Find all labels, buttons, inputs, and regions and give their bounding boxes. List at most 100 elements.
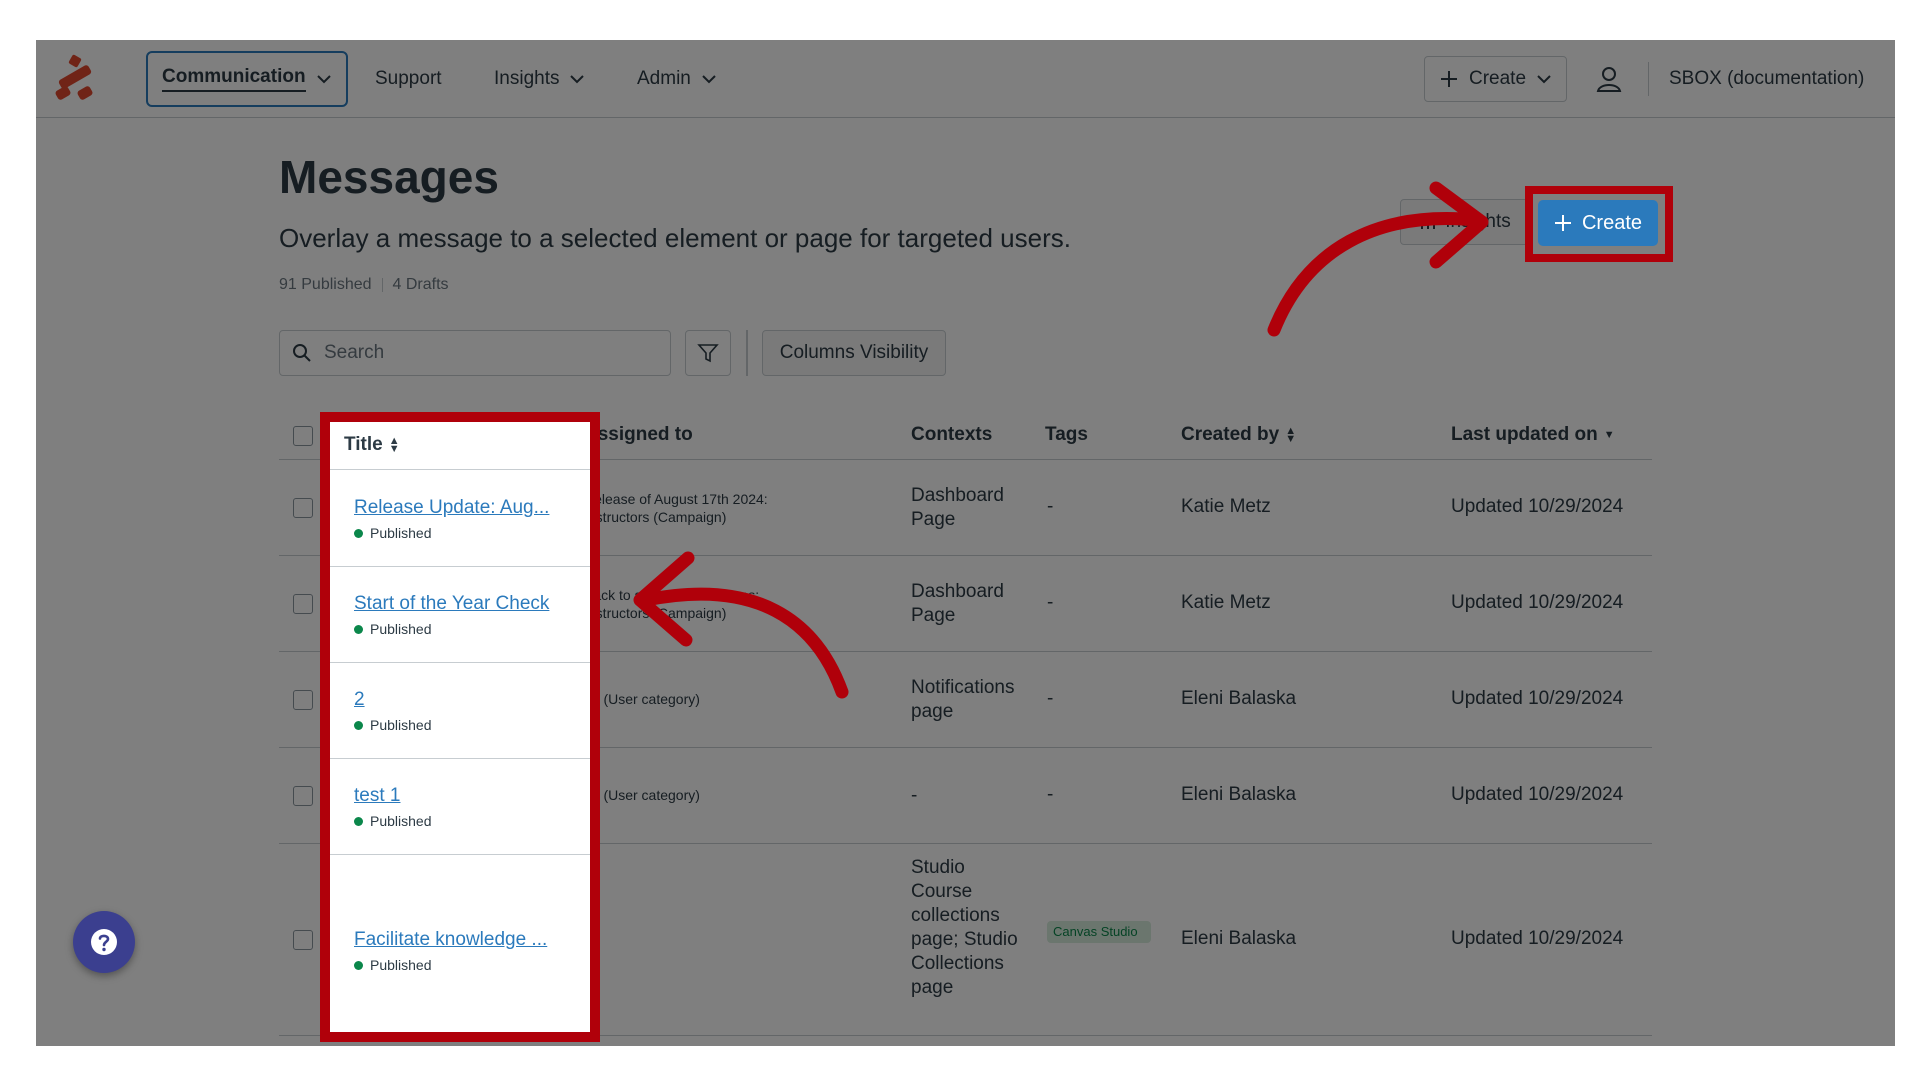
row-checkbox[interactable] (293, 786, 313, 806)
title-column-highlight: Title ▲ ▼ Release Update: Aug... Publishe… (320, 412, 600, 1042)
nav-divider (1648, 62, 1649, 96)
chevron-down-icon (1537, 75, 1551, 84)
sort-icon: ▲▼ (1285, 425, 1297, 445)
tags: Canvas Studio (1047, 920, 1151, 943)
published-dot-icon (354, 624, 363, 634)
row-checkbox[interactable] (293, 594, 313, 614)
page-subtitle: Overlay a message to a selected element … (279, 223, 1071, 253)
title-column-header[interactable]: Title ▲ ▼ (330, 422, 590, 470)
created-by: Katie Metz (1181, 592, 1271, 613)
columns-visibility-button[interactable]: Columns Visibility (762, 330, 946, 376)
assigned-to: Back to school with Canvas: Instructors … (584, 587, 760, 621)
nav-insights[interactable]: Insights (494, 40, 585, 118)
created-by: Eleni Balaska (1181, 688, 1297, 709)
filter-button[interactable] (685, 330, 731, 376)
nav-communication-label: Communication (162, 66, 306, 92)
tags: - (1047, 784, 1054, 805)
nav-support[interactable]: Support (375, 40, 442, 118)
title-cell: test 1 Published (330, 759, 590, 855)
published-count[interactable]: 91 Published (279, 276, 372, 294)
title-cell: Start of the Year Check Published (330, 567, 590, 663)
col-header-last-updated[interactable]: Last updated on ▼ (1451, 424, 1615, 446)
contexts: Dashboard Page (911, 581, 1004, 626)
assigned-to: - (584, 928, 794, 946)
published-dot-icon (354, 960, 363, 970)
search-icon (293, 344, 311, 362)
question-icon (91, 929, 117, 955)
nav-support-label: Support (375, 68, 442, 89)
contexts: Studio Course collections page; Studio C… (911, 857, 1018, 998)
status-badge: Published (354, 813, 432, 829)
account-name-label: SBOX (documentation) (1669, 68, 1865, 89)
app-window: Communication Support Insights Admin Cre… (36, 40, 1895, 1046)
assigned-to: All (User category) (584, 691, 700, 707)
top-navigation: Communication Support Insights Admin Cre… (36, 40, 1895, 118)
col-header-contexts: Contexts (911, 424, 993, 445)
row-checkbox[interactable] (293, 690, 313, 710)
created-by: Katie Metz (1181, 496, 1271, 517)
select-all-checkbox[interactable] (293, 426, 313, 446)
col-header-assigned-to: Assigned to (584, 424, 693, 445)
search-input[interactable]: Search (279, 330, 671, 376)
tags: - (1047, 592, 1054, 613)
count-divider (381, 278, 383, 292)
title-cell: Release Update: Aug... Published (330, 471, 590, 567)
sort-icon: ▲▼ (388, 435, 400, 455)
contexts: Notifications page (911, 677, 1015, 722)
tag-chip[interactable]: Canvas Studio (1047, 921, 1151, 943)
nav-communication[interactable]: Communication (146, 51, 348, 107)
search-placeholder: Search (324, 342, 385, 363)
plus-icon (1441, 71, 1457, 87)
chevron-down-icon (316, 75, 331, 84)
nav-create-button[interactable]: Create (1424, 56, 1568, 102)
toolbar-divider (746, 330, 748, 376)
last-updated: Updated 10/29/2024 (1451, 592, 1624, 613)
assigned-to: Release of August 17th 2024: Instructors… (584, 491, 768, 525)
status-badge: Published (354, 957, 547, 973)
page-title: Messages (279, 151, 499, 203)
published-dot-icon (354, 528, 363, 538)
published-dot-icon (354, 816, 363, 826)
status-badge: Published (354, 717, 432, 733)
account-name[interactable]: SBOX (documentation) (1669, 40, 1864, 118)
message-counts: 91 Published 4 Drafts (279, 276, 449, 294)
created-by: Eleni Balaska (1181, 784, 1297, 805)
message-title-link[interactable]: Release Update: Aug... (354, 497, 549, 518)
logo-icon[interactable] (52, 54, 98, 104)
last-updated: Updated 10/29/2024 (1451, 496, 1624, 517)
sort-desc-icon: ▼ (1603, 429, 1615, 441)
title-cell: Facilitate knowledge ... Published (330, 855, 590, 1035)
nav-admin[interactable]: Admin (637, 40, 717, 118)
published-dot-icon (354, 720, 363, 730)
filter-icon (697, 344, 719, 363)
tags: - (1047, 496, 1054, 517)
last-updated: Updated 10/29/2024 (1451, 784, 1624, 805)
status-badge: Published (354, 525, 549, 541)
drafts-count[interactable]: 4 Drafts (393, 276, 449, 294)
title-cell: 2 Published (330, 663, 590, 759)
created-by: Eleni Balaska (1181, 928, 1297, 949)
row-checkbox[interactable] (293, 930, 313, 950)
col-header-created-by[interactable]: Created by ▲ ▼ (1181, 424, 1296, 446)
insights-button[interactable]: Insights (1400, 199, 1530, 245)
contexts: Dashboard Page (911, 485, 1004, 530)
col-header-tags: Tags (1045, 424, 1088, 445)
tags: - (1047, 688, 1054, 709)
assigned-to: All (User category) (584, 787, 700, 803)
message-title-link[interactable]: test 1 (354, 785, 400, 806)
message-title-link[interactable]: Facilitate knowledge ... (354, 929, 547, 950)
contexts: - (911, 785, 918, 806)
insights-button-label: Insights (1445, 211, 1511, 232)
nav-admin-label: Admin (637, 68, 691, 89)
user-icon[interactable] (1594, 64, 1624, 94)
create-button-highlight (1525, 186, 1673, 262)
nav-insights-label: Insights (494, 68, 560, 89)
message-title-link[interactable]: Start of the Year Check (354, 593, 549, 614)
last-updated: Updated 10/29/2024 (1451, 688, 1624, 709)
row-checkbox[interactable] (293, 498, 313, 518)
message-title-link[interactable]: 2 (354, 689, 365, 710)
nav-create-label: Create (1469, 68, 1527, 89)
chevron-down-icon (570, 75, 585, 84)
bar-chart-icon (1421, 216, 1436, 229)
help-button[interactable] (73, 911, 135, 973)
